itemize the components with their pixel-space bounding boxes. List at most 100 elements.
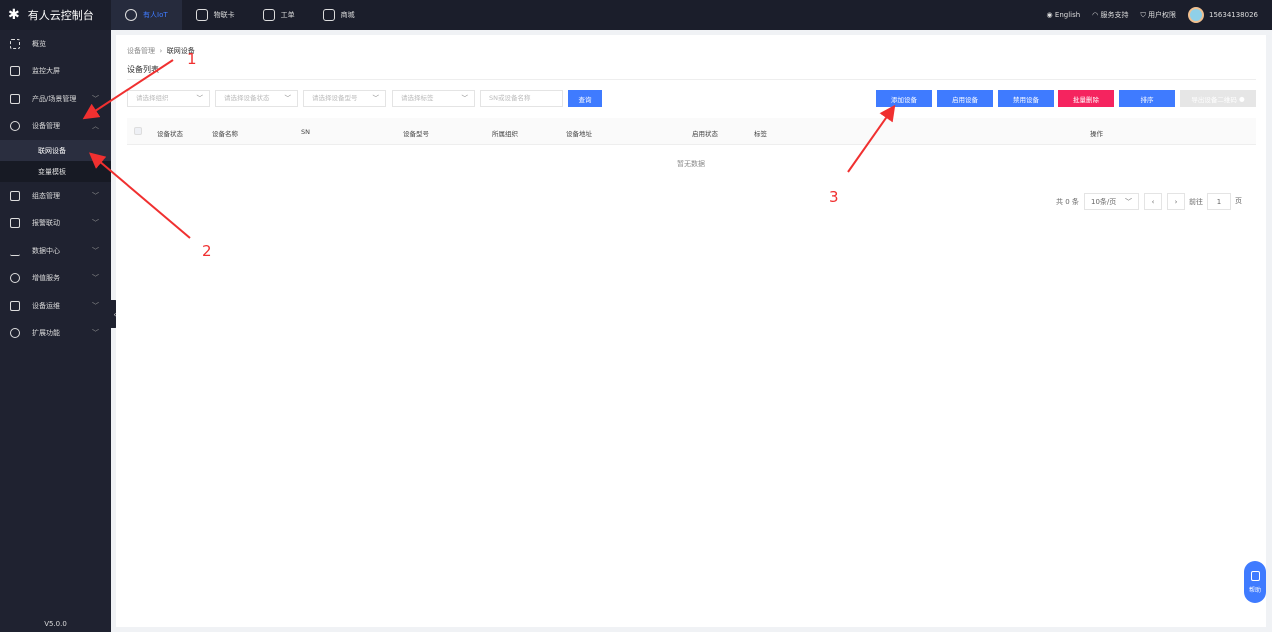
version-label: V5.0.0 <box>44 620 67 628</box>
col-enabled: 启用状态 <box>692 130 718 138</box>
chevron-right-icon: › <box>1174 197 1178 206</box>
chevron-down-icon: ﹀ <box>196 94 204 102</box>
page-size-select[interactable]: 10条/页 ﹀ <box>1084 193 1139 210</box>
query-button[interactable]: 查询 <box>568 90 602 107</box>
chevron-left-icon: ‹ <box>1151 197 1155 206</box>
page-title: 设备列表 <box>127 65 159 74</box>
col-org: 所属组织 <box>492 130 518 138</box>
user-menu[interactable]: 15634138026 <box>1188 7 1258 23</box>
col-sn: SN <box>301 128 310 136</box>
globe-icon: ◉ <box>1046 11 1053 19</box>
chevron-down-icon: ﹀ <box>92 246 99 255</box>
chevron-down-icon: ﹀ <box>284 94 292 102</box>
headset-icon: ◠ <box>1092 11 1099 19</box>
table-header: 设备状态 设备名称 SN 设备型号 所属组织 设备地址 启用状态 标签 操作 <box>127 118 1256 145</box>
empty-state: 暂无数据 <box>677 160 705 168</box>
sidebar-item-overview[interactable]: 概览 <box>0 30 111 58</box>
select-all-checkbox[interactable] <box>134 127 142 135</box>
nav-sim[interactable]: 物联卡 <box>182 0 249 30</box>
add-device-button[interactable]: 添加设备 <box>876 90 932 107</box>
col-model: 设备型号 <box>403 130 429 138</box>
shield-icon: ⛉ <box>1140 11 1146 19</box>
sidebar-item-alarm[interactable]: 报警联动 ﹀ <box>0 210 111 238</box>
alarm-icon <box>10 218 20 229</box>
nav-ticket[interactable]: 工单 <box>249 0 309 30</box>
pie-icon <box>10 121 20 132</box>
image-icon <box>10 190 20 201</box>
chevron-down-icon: ﹀ <box>92 274 99 283</box>
chevron-up-icon: ︿ <box>92 122 99 131</box>
col-status: 设备状态 <box>157 130 183 138</box>
cube-icon <box>10 93 20 104</box>
sidebar-item-products[interactable]: 产品/场景管理 ﹀ <box>0 85 111 113</box>
enable-device-button[interactable]: 启用设备 <box>937 90 993 107</box>
breadcrumb-devices[interactable]: 设备管理 <box>127 47 155 55</box>
sim-card-icon <box>195 9 208 21</box>
annotation-number-2: 2 <box>202 242 212 260</box>
permissions-link[interactable]: ⛉ 用户权限 <box>1141 10 1176 20</box>
chevron-down-icon: ﹀ <box>92 329 99 338</box>
chevron-down-icon: ﹀ <box>1125 197 1132 206</box>
sidebar-item-devices[interactable]: 设备管理 ︿ <box>0 113 111 141</box>
col-actions: 操作 <box>1090 130 1103 138</box>
sidebar-item-value-added[interactable]: 增值服务 ﹀ <box>0 265 111 293</box>
goto-label: 前往 <box>1189 198 1203 206</box>
export-qr-button[interactable]: 导出设备二维码 ● <box>1180 90 1256 107</box>
sidebar-item-extensions[interactable]: 扩展功能 ﹀ <box>0 320 111 348</box>
page-suffix: 页 <box>1235 197 1242 205</box>
overview-icon <box>10 38 20 49</box>
main-card: 设备管理 › 联网设备 设备列表 请选择组织 ﹀ 请选择设备状态 ﹀ 请选择设备型号… <box>116 35 1266 627</box>
sidebar-subitem-variable-templates[interactable]: 变量模板 <box>0 161 111 182</box>
top-bar: ✱ 有人云控制台 有人IoT 物联卡 工单 商城 ◉ English ◠ 服务支持… <box>0 0 1272 30</box>
monitor-icon <box>10 66 20 77</box>
bar-chart-icon <box>10 246 20 256</box>
sidebar: 概览 监控大屏 产品/场景管理 ﹀ 设备管理 ︿ 联网设备 变量模板 组态管理 ﹀ 报… <box>0 30 111 632</box>
sidebar-item-data[interactable]: 数据中心 ﹀ <box>0 237 111 265</box>
sidebar-item-monitor[interactable]: 监控大屏 <box>0 58 111 86</box>
logo[interactable]: ✱ 有人云控制台 <box>0 7 111 23</box>
coin-icon <box>10 273 20 284</box>
col-address: 设备地址 <box>566 130 592 138</box>
search-input[interactable]: SN或设备名称 <box>480 90 563 107</box>
total-count: 共 0 条 <box>1056 198 1079 206</box>
logo-person-icon: ✱ <box>8 7 20 23</box>
breadcrumb: 设备管理 › 联网设备 <box>127 47 195 55</box>
store-icon <box>322 9 335 21</box>
model-select[interactable]: 请选择设备型号 ﹀ <box>303 90 386 107</box>
layers-icon <box>10 328 20 339</box>
col-name: 设备名称 <box>212 130 238 138</box>
sidebar-item-maintenance[interactable]: 设备运维 ﹀ <box>0 292 111 320</box>
tag-select[interactable]: 请选择标签 ﹀ <box>392 90 475 107</box>
chevron-down-icon: ﹀ <box>92 191 99 200</box>
status-select[interactable]: 请选择设备状态 ﹀ <box>215 90 298 107</box>
chevron-down-icon: ﹀ <box>461 94 469 102</box>
chevron-down-icon: ﹀ <box>92 94 99 103</box>
support-link[interactable]: ◠ 服务支持 <box>1092 10 1128 20</box>
sidebar-subitem-networked-devices[interactable]: 联网设备 <box>0 140 111 161</box>
annotation-number-1: 1 <box>187 50 197 68</box>
pulse-icon <box>10 300 20 311</box>
col-tags: 标签 <box>754 130 767 138</box>
disable-device-button[interactable]: 禁用设备 <box>998 90 1054 107</box>
sidebar-item-scada[interactable]: 组态管理 ﹀ <box>0 182 111 210</box>
nav-store[interactable]: 商城 <box>309 0 369 30</box>
batch-delete-button[interactable]: 批量删除 <box>1058 90 1114 107</box>
help-circle-icon: ● <box>1238 94 1245 103</box>
org-select[interactable]: 请选择组织 ﹀ <box>127 90 210 107</box>
help-button[interactable]: 帮助 <box>1244 561 1266 603</box>
prev-page-button[interactable]: ‹ <box>1144 193 1162 210</box>
next-page-button[interactable]: › <box>1167 193 1185 210</box>
chevron-down-icon: ﹀ <box>92 219 99 228</box>
chevron-down-icon: ﹀ <box>92 301 99 310</box>
divider <box>127 79 1256 80</box>
chevron-down-icon: ﹀ <box>372 94 380 102</box>
sort-button[interactable]: 排序 <box>1119 90 1175 107</box>
avatar <box>1188 7 1204 23</box>
nav-iot[interactable]: 有人IoT <box>111 0 182 30</box>
document-icon <box>1250 570 1260 581</box>
page-input[interactable]: 1 <box>1207 193 1231 210</box>
language-switch[interactable]: ◉ English <box>1047 11 1081 19</box>
annotation-number-3: 3 <box>829 188 839 206</box>
document-icon <box>262 9 275 21</box>
cloud-icon <box>125 9 137 21</box>
